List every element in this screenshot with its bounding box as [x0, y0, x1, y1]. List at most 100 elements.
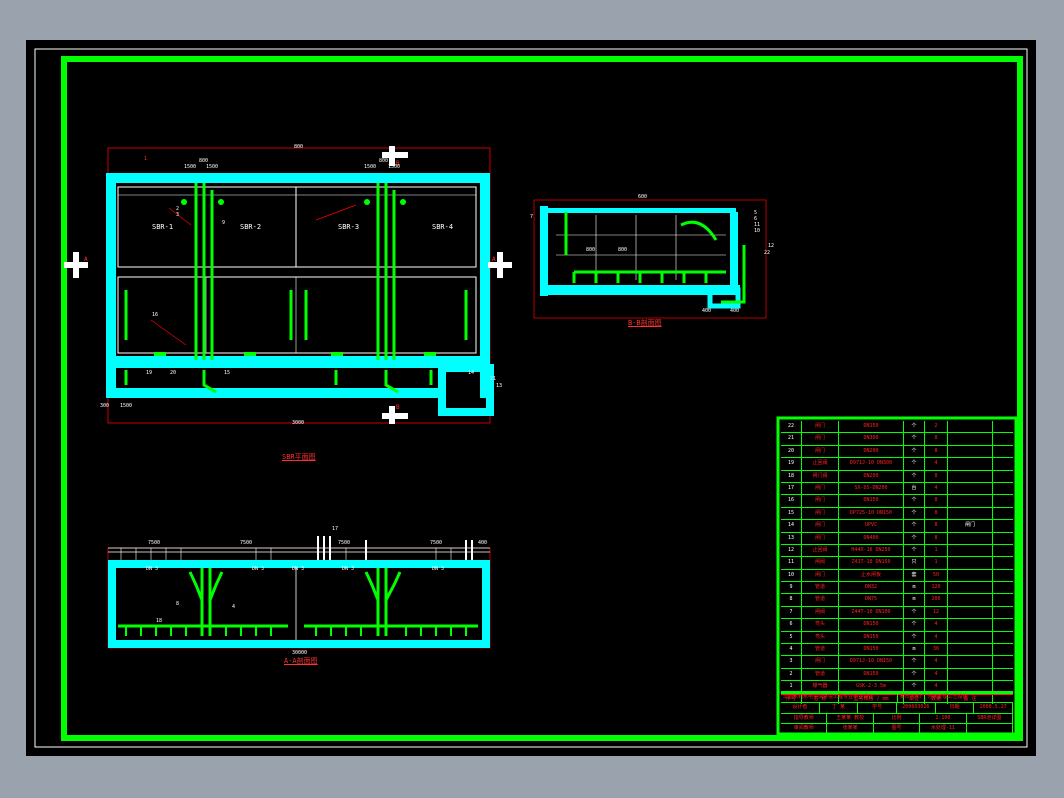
drawing-viewport[interactable]: SBR平面图 B-B剖面图 A-A剖面图 A A B B SBR-1 SBR-2… [26, 40, 1036, 756]
title-block-cell: 比例 [874, 713, 921, 723]
materials-table-cell: 闸阀 [802, 557, 839, 569]
materials-table-cell: 1 [925, 544, 948, 557]
materials-table-cell: SX-DS-DN200 [839, 482, 904, 495]
materials-table-cell: 管道 [802, 668, 839, 681]
materials-table-cell: 4 [925, 458, 948, 470]
title-block-row: 设计者丁 某学号 200603026 日期 2008.5.27 [781, 703, 1014, 714]
materials-table-row: 14 闸门 UPVC 个 8 闸门 [781, 520, 1013, 533]
materials-table-cell: 18 [781, 470, 802, 482]
materials-table-cell: 管道 [802, 582, 839, 594]
title-block-cell: 张某某 [827, 724, 874, 734]
materials-table-row: 17 闸门 SX-DS-DN200 台 4 [781, 482, 1013, 496]
materials-table-cell: DN150 [839, 631, 904, 644]
materials-table-cell: 200 [925, 594, 948, 606]
materials-table-cell [948, 482, 993, 495]
materials-table-cell: 闸门阀 [802, 470, 839, 482]
materials-table-cell [948, 470, 993, 482]
title-block-cell: 日期 [936, 703, 975, 713]
materials-table-cell: UPVC [839, 520, 904, 532]
materials-table-cell: 4 [925, 619, 948, 631]
materials-table-cell: 个 [904, 458, 925, 470]
materials-table-cell: 5 [781, 631, 802, 644]
materials-table-cell: 4 [925, 656, 948, 668]
materials-table-cell: 个 [904, 532, 925, 544]
section-aa-view [107, 536, 491, 649]
materials-table-cell: 闸门 [802, 495, 839, 507]
materials-table-cell: 20 [781, 445, 802, 458]
materials-table-row: 22 闸门 DN150 个 2 [781, 421, 1013, 434]
title-block-cell: 丁 某 [820, 703, 859, 713]
materials-table-cell: 闸门 [802, 569, 839, 582]
materials-table-cell: DN150 [839, 495, 904, 507]
materials-table-row: 19 止回阀 D971J-10 DN300 个 4 [781, 458, 1013, 471]
materials-table-cell: D971J-10 DN300 [839, 458, 904, 470]
materials-table-row: 21 闸门 DN300 个 8 [781, 433, 1013, 446]
materials-table-cell: 8 [925, 433, 948, 445]
materials-table-cell: 3 [781, 656, 802, 668]
materials-table-row: 11 闸阀 Z41T-10 DN150 只 1 [781, 557, 1013, 570]
materials-table-cell: 11 [781, 557, 802, 569]
materials-table-row: 7 闸阀 Z44T-10 DN100 个 12 [781, 606, 1013, 620]
materials-table-cell: 台 [904, 482, 925, 495]
materials-table-cell: DN150 [839, 619, 904, 631]
materials-table-cell: 2 [781, 668, 802, 681]
materials-table-row: 15 闸门 DP725-10 DN150 个 8 [781, 507, 1013, 521]
title-block: 华北水利水电学院环境工程专业毕业设计 某市污水厂 污水处理工艺设计 设计者丁 某… [781, 691, 1014, 735]
materials-table-cell: 8 [781, 594, 802, 606]
materials-table-cell: 闸门 [802, 520, 839, 532]
materials-table-cell: 只 [904, 557, 925, 569]
materials-table-cell: 个 [904, 656, 925, 668]
materials-table-cell [948, 606, 993, 619]
materials-table-cell: 8 [925, 470, 948, 482]
materials-table-cell [948, 644, 993, 656]
title-block-cell: 审阅教师 [781, 724, 828, 734]
materials-table-cell [948, 433, 993, 445]
materials-table-cell: DN300 [839, 433, 904, 445]
plan-inner-upper [117, 186, 477, 268]
materials-table-cell: 止水闸板 [839, 569, 904, 582]
plan-wall-mid [106, 356, 490, 368]
materials-table-row: 18 闸门阀 DN200 个 8 [781, 470, 1013, 483]
materials-table-cell: 闸门 [802, 482, 839, 495]
materials-table-cell: 弯头 [802, 619, 839, 631]
materials-table-cell: 4 [925, 482, 948, 495]
materials-table-cell: 21 [781, 433, 802, 445]
materials-table-cell: 120 [925, 582, 948, 594]
materials-table-cell: 8 [925, 495, 948, 507]
materials-table-cell: 个 [904, 433, 925, 445]
materials-table-row: 5 弯头 DN150 个 4 [781, 631, 1013, 645]
section-bb-view [533, 199, 767, 319]
materials-table-row: 13 闸门 DN400 个 8 [781, 532, 1013, 545]
materials-table-cell: 50 [925, 569, 948, 582]
materials-table-cell [948, 557, 993, 569]
materials-table-cell: 闸门 [802, 421, 839, 433]
plan-leaders [150, 204, 357, 346]
materials-table-cell [948, 495, 993, 507]
materials-table-cell: 2 [925, 421, 948, 433]
materials-table-cell: 8 [925, 445, 948, 458]
materials-table-row: 8 管道 DN75 m 200 [781, 594, 1013, 607]
materials-table-cell: 17 [781, 482, 802, 495]
materials-table-row: 16 闸门 DN150 个 8 [781, 495, 1013, 508]
materials-table-cell: 闸阀 [802, 606, 839, 619]
materials-table-row: 12 止回阀 H44X-16 DN250 个 1 [781, 544, 1013, 558]
materials-table-cell [948, 594, 993, 606]
materials-table-cell: Z41T-10 DN150 [839, 557, 904, 569]
materials-table-cell [948, 507, 993, 520]
materials-table-cell: 个 [904, 520, 925, 532]
title-block-cell: 设计者 [781, 703, 820, 713]
materials-table-cell: 个 [904, 619, 925, 631]
title-block-cell: 王某某 教授 [827, 713, 874, 723]
materials-table-cell: 6 [781, 619, 802, 631]
materials-table-cell: 闸门 [802, 656, 839, 668]
materials-table-cell: 10 [781, 569, 802, 582]
title-block-cell: SBR池详图 [967, 713, 1014, 723]
materials-table-cell: DN150 [839, 421, 904, 433]
materials-table-cell: 14 [781, 520, 802, 532]
materials-table-cell: 闸门 [802, 433, 839, 445]
title-block-cell: 200603026 [897, 703, 936, 713]
materials-table-cell: 弯头 [802, 631, 839, 644]
materials-table-cell: 22 [781, 421, 802, 433]
materials-table-cell: 36 [925, 644, 948, 656]
materials-table-cell: 9 [781, 582, 802, 594]
